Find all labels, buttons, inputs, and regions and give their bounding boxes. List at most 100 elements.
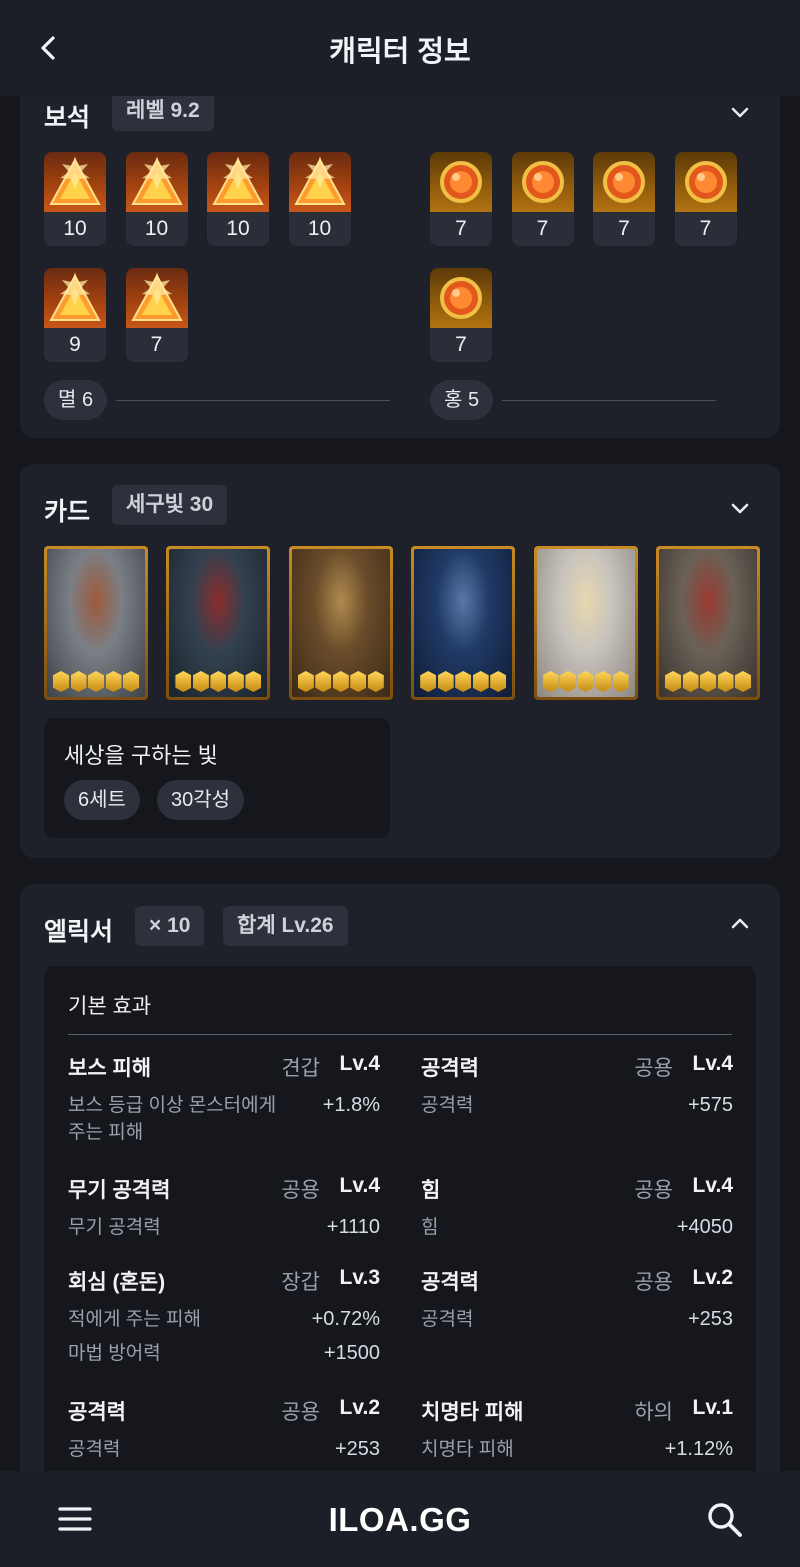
awakening-gem-icon <box>542 671 559 692</box>
card-portrait <box>291 549 390 697</box>
card-item[interactable] <box>166 546 271 700</box>
gems-section: 보석 레벨 9.2 10 10 10 10 9 7 7 7 7 7 7 멸 6 홍 5 <box>20 60 780 438</box>
card-awakening-gems <box>297 671 384 693</box>
gem-level: 7 <box>150 333 163 356</box>
gem-level: 7 <box>699 217 712 240</box>
awakening-gem-icon <box>472 671 489 692</box>
chevron-down-icon[interactable] <box>728 100 752 124</box>
effect-level: Lv.2 <box>339 1396 380 1419</box>
awakening-gem-icon <box>245 671 262 692</box>
effect-slot: 공용 <box>634 1057 673 1080</box>
effect-level: Lv.3 <box>339 1266 380 1289</box>
effect-name: 치명타 피해 <box>421 1401 524 1424</box>
effect-slot: 하의 <box>634 1401 673 1424</box>
effect-name: 회심 (혼돈) <box>68 1271 166 1294</box>
top-bar: 캐릭터 정보 <box>0 0 800 96</box>
gem-level: 7 <box>536 217 549 240</box>
red-gem-icon <box>288 152 351 212</box>
effect-slot: 공용 <box>281 1401 320 1424</box>
gem-item[interactable]: 10 <box>288 152 351 246</box>
card-item[interactable] <box>411 546 516 700</box>
elixir-effect-box: 기본 효과 보스 피해 견갑 Lv.4 보스 등급 이상 몬스터에게 주는 피해 +1.… <box>44 966 756 1526</box>
awakening-gem-icon <box>350 671 367 692</box>
awakening-gem-icon <box>612 671 629 692</box>
effect-name: 무기 공격력 <box>68 1179 171 1202</box>
gem-level: 10 <box>144 217 169 240</box>
awakening-gem-icon <box>210 671 227 692</box>
awakening-gem-icon <box>53 671 69 692</box>
effect-stat-value: +253 <box>687 1308 733 1330</box>
effect-stat-label: 공격력 <box>421 1095 474 1116</box>
elixir-count-chip: × 10 <box>135 906 205 946</box>
effect-stat-value: +1.12% <box>664 1438 733 1460</box>
effect-level: Lv.1 <box>692 1396 733 1419</box>
page-title: 캐릭터 정보 <box>329 36 471 68</box>
awakening-gem-icon <box>367 671 384 692</box>
cards-set-chip: 세구빛 30 <box>112 485 228 525</box>
effect-slot: 공용 <box>634 1179 673 1202</box>
gem-group-right-divider <box>502 400 716 401</box>
effect-stat-value: +1110 <box>326 1216 380 1238</box>
effect-stat-value: +1500 <box>323 1342 380 1364</box>
bottom-bar: ILOA.GG <box>0 1471 800 1567</box>
gem-group-right-label: 홍 5 <box>430 380 494 420</box>
gem-item[interactable]: 9 <box>44 268 106 362</box>
awakening-gem-icon <box>297 671 314 692</box>
search-icon[interactable] <box>706 1501 744 1539</box>
card-portrait <box>169 549 268 697</box>
gem-group-left-divider <box>116 400 390 401</box>
card-set-name: 세상을 구하는 빛 <box>64 743 218 768</box>
gem-level: 7 <box>455 217 467 240</box>
orange-gem-icon <box>430 152 492 212</box>
awakening-gem-icon <box>577 671 594 692</box>
elixir-effect-title: 기본 효과 <box>68 995 152 1018</box>
gem-item[interactable]: 7 <box>674 152 737 246</box>
gem-item[interactable]: 7 <box>511 152 574 246</box>
effect-name: 보스 피해 <box>68 1057 152 1080</box>
card-awakening-gems <box>542 671 629 693</box>
gem-item[interactable]: 7 <box>430 152 492 246</box>
brand-logo[interactable]: ILOA.GG <box>0 1501 800 1539</box>
orange-gem-icon <box>674 152 737 212</box>
effect-stat-label: 마법 방어력 <box>68 1343 161 1364</box>
orange-gem-icon <box>593 152 655 212</box>
chevron-up-icon[interactable] <box>728 912 752 936</box>
red-gem-icon <box>207 152 269 212</box>
gem-item[interactable]: 7 <box>125 268 188 362</box>
awakening-gem-icon <box>717 671 734 692</box>
effect-stat-label: 적에게 주는 피해 <box>68 1309 201 1330</box>
gem-level: 9 <box>69 333 81 356</box>
chevron-down-icon[interactable] <box>728 496 752 520</box>
gem-level: 7 <box>618 217 630 240</box>
awakening-gem-icon <box>437 671 454 692</box>
gem-item[interactable]: 10 <box>207 152 269 246</box>
awakening-gem-icon <box>175 671 192 692</box>
card-item[interactable] <box>288 546 393 700</box>
awakening-gem-icon <box>315 671 332 692</box>
card-item[interactable] <box>44 546 148 700</box>
card-set-box: 세상을 구하는 빛 6세트 30각성 <box>44 718 390 838</box>
cards-title: 카드 <box>44 498 91 526</box>
card-portrait <box>659 549 757 697</box>
effect-level: Lv.4 <box>692 1174 733 1197</box>
effect-stat-value: +575 <box>687 1094 733 1116</box>
awakening-gem-icon <box>192 671 209 692</box>
gem-level: 10 <box>226 217 250 240</box>
gem-item[interactable]: 7 <box>430 268 492 362</box>
awakening-gem-icon <box>490 671 507 692</box>
gem-item[interactable]: 10 <box>125 152 188 246</box>
effect-level: Lv.4 <box>339 1174 380 1197</box>
gems-title: 보석 <box>44 104 91 132</box>
elixir-effect-divider <box>68 1034 732 1035</box>
effect-stat-value: +0.72% <box>311 1308 380 1330</box>
card-item[interactable] <box>533 546 638 700</box>
card-portrait <box>414 549 513 697</box>
gem-item[interactable]: 10 <box>44 152 106 246</box>
gem-item[interactable]: 7 <box>593 152 655 246</box>
gems-level-chip: 레벨 9.2 <box>112 91 214 131</box>
card-awakening-gems <box>175 671 262 693</box>
card-item[interactable] <box>656 546 760 700</box>
awakening-gem-icon <box>420 671 437 692</box>
effect-name: 힘 <box>421 1179 441 1202</box>
awakening-gem-icon <box>682 671 699 692</box>
